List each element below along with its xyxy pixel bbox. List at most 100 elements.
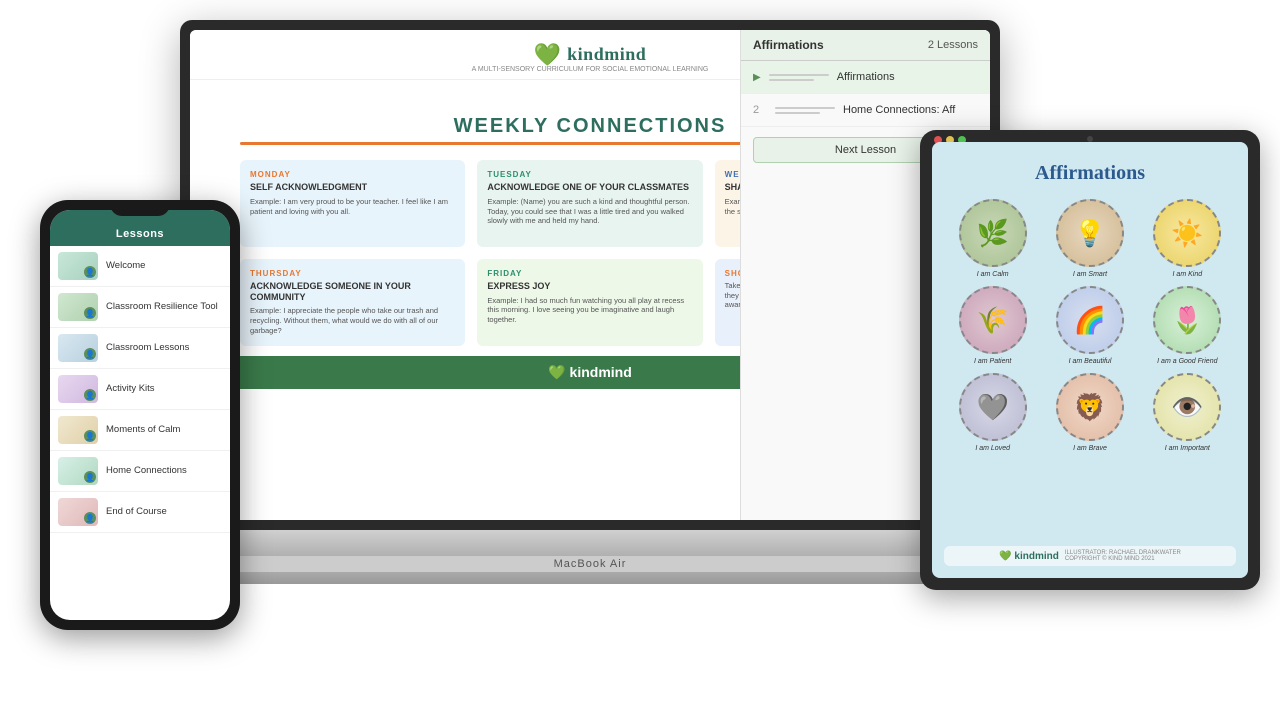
laptop-device: 💚 kindmind A MULTI-SENSORY CURRICULUM FO… [180,20,1000,580]
laptop-screen-outer: 💚 kindmind A MULTI-SENSORY CURRICULUM FO… [180,20,1000,530]
phone-header-title: Lessons [60,228,220,240]
phone-outer: Lessons 👤 Welcome 👤 Classroom Resilience [40,200,240,630]
phone-lesson-classroom-resilience[interactable]: 👤 Classroom Resilience Tool [50,287,230,328]
aff-circle-smart: 💡 [1056,199,1124,267]
wc-example-tuesday: Example: (Name) you are such a kind and … [487,197,692,226]
wc-activity-tuesday: ACKNOWLEDGE ONE OF YOUR CLASSMATES [487,182,692,193]
aff-circle-important: 👁️ [1153,373,1221,441]
wc-activity-thursday: ACKNOWLEDGE SOMEONE IN YOUR COMMUNITY [250,281,455,303]
laptop-base [180,530,1000,556]
aff-label-loved: I am Loved [975,445,1010,452]
logo-text: kindmind [567,44,646,65]
thumb-avatar: 👤 [84,389,96,401]
thumb-avatar: 👤 [84,266,96,278]
lesson-lines-2 [775,107,835,114]
lesson-label-2: Home Connections: Aff [843,104,955,116]
aff-emoji-beautiful: 🌈 [1074,305,1106,336]
logo-tagline: A MULTI-SENSORY CURRICULUM FOR SOCIAL EM… [472,66,709,73]
aff-emoji-kind: ☀️ [1171,218,1203,249]
lesson-item-2[interactable]: 2 Home Connections: Aff [741,94,990,127]
aff-label-calm: I am Calm [977,271,1009,278]
lesson-thumb-activity: 👤 [58,375,98,403]
lesson-number-2: 2 [753,104,767,116]
lesson-arrow-icon: ▶ [753,80,761,83]
phone-lesson-activity[interactable]: 👤 Activity Kits [50,369,230,410]
lesson-label-1: Affirmations [837,80,895,83]
phone-lesson-label-activity: Activity Kits [106,383,222,394]
tablet-screen: Affirmations 🌿 I am Calm 💡 I am Smart [932,142,1248,578]
aff-label-brave: I am Brave [1073,445,1107,452]
phone-lesson-endcourse[interactable]: 👤 End of Course [50,492,230,533]
kindmind-logo: 💚 kindmind [534,42,646,68]
avatar-icon: 👤 [85,309,95,318]
aff-circle-calm: 🌿 [959,199,1027,267]
aff-label-smart: I am Smart [1073,271,1107,278]
phone-lesson-label-moments: Moments of Calm [106,424,222,435]
tablet-footer-copyright: ILLUSTRATOR: RACHAEL DRANKWATERCOPYRIGHT… [1065,550,1181,562]
phone-lesson-classlessons[interactable]: 👤 Classroom Lessons [50,328,230,369]
phone-screen: Lessons 👤 Welcome 👤 Classroom Resilience [50,210,230,620]
phone-lesson-label-classroom: Classroom Resilience Tool [106,301,222,312]
lesson-thumb-home: 👤 [58,457,98,485]
aff-circle-beautiful: 🌈 [1056,286,1124,354]
aff-item-smart: 💡 I am Smart [1045,199,1134,278]
lesson-line [769,80,814,81]
aff-emoji-friend: 🌷 [1171,305,1203,336]
laptop-label: MacBook Air [180,556,1000,572]
phone-lesson-label-welcome: Welcome [106,260,222,271]
aff-item-loved: 🩶 I am Loved [948,373,1037,452]
laptop-foot [180,572,1000,584]
lesson-thumb-classlessons: 👤 [58,334,98,362]
phone-device: Lessons 👤 Welcome 👤 Classroom Resilience [40,200,240,640]
tablet-footer-logo: 💚 kindmind [999,551,1059,562]
lesson-line [775,107,835,109]
lesson-line [775,112,820,114]
phone-lesson-welcome[interactable]: 👤 Welcome [50,246,230,287]
laptop-main: WEEKLY CONNECTIONS MONDAY SELF ACKNOWLED… [190,80,990,520]
aff-label-important: I am Important [1165,445,1210,452]
aff-item-patient: 🌾 I am Patient [948,286,1037,365]
tablet-title: Affirmations [948,162,1232,185]
aff-emoji-important: 👁️ [1171,392,1203,423]
wc-card-thursday: THURSDAY ACKNOWLEDGE SOMEONE IN YOUR COM… [240,259,465,346]
scene: 💚 kindmind A MULTI-SENSORY CURRICULUM FO… [0,0,1280,720]
phone-lesson-moments[interactable]: 👤 Moments of Calm [50,410,230,451]
lesson-thumb-endcourse: 👤 [58,498,98,526]
laptop-content: 💚 kindmind A MULTI-SENSORY CURRICULUM FO… [190,30,990,520]
wc-example-friday: Example: I had so much fun watching you … [487,296,692,325]
phone-lesson-label-endcourse: End of Course [106,506,222,517]
wc-card-tuesday: TUESDAY ACKNOWLEDGE ONE OF YOUR CLASSMAT… [477,160,702,247]
avatar-icon: 👤 [85,268,95,277]
aff-emoji-smart: 💡 [1074,218,1106,249]
wc-example-thursday: Example: I appreciate the people who tak… [250,306,455,335]
avatar-icon: 👤 [85,350,95,359]
lesson-thumb-classroom: 👤 [58,293,98,321]
aff-emoji-brave: 🦁 [1074,392,1106,423]
aff-item-important: 👁️ I am Important [1143,373,1232,452]
aff-circle-patient: 🌾 [959,286,1027,354]
aff-emoji-loved: 🩶 [976,392,1008,423]
phone-lesson-label-classlessons: Classroom Lessons [106,342,222,353]
wc-card-friday: FRIDAY EXPRESS JOY Example: I had so muc… [477,259,702,346]
wc-card-monday: MONDAY SELF ACKNOWLEDGMENT Example: I am… [240,160,465,247]
wc-activity-friday: EXPRESS JOY [487,281,692,292]
phone-lessons-list[interactable]: 👤 Welcome 👤 Classroom Resilience Tool 👤 [50,246,230,616]
thumb-avatar: 👤 [84,471,96,483]
aff-circle-friend: 🌷 [1153,286,1221,354]
aff-circle-loved: 🩶 [959,373,1027,441]
wc-day-tuesday: TUESDAY [487,170,692,179]
wc-example-monday: Example: I am very proud to be your teac… [250,197,455,217]
phone-lesson-home[interactable]: 👤 Home Connections [50,451,230,492]
aff-item-friend: 🌷 I am a Good Friend [1143,286,1232,365]
wc-day-thursday: THURSDAY [250,269,455,278]
wc-activity-monday: SELF ACKNOWLEDGMENT [250,182,455,193]
aff-item-brave: 🦁 I am Brave [1045,373,1134,452]
thumb-avatar: 👤 [84,430,96,442]
logo-heart-icon: 💚 [534,42,561,68]
lesson-lines [769,80,829,81]
avatar-icon: 👤 [85,432,95,441]
lesson-thumb-welcome: 👤 [58,252,98,280]
avatar-icon: 👤 [85,514,95,523]
lesson-item-1[interactable]: ▶ Affirmations [741,80,990,94]
tablet-outer: Affirmations 🌿 I am Calm 💡 I am Smart [920,130,1260,590]
